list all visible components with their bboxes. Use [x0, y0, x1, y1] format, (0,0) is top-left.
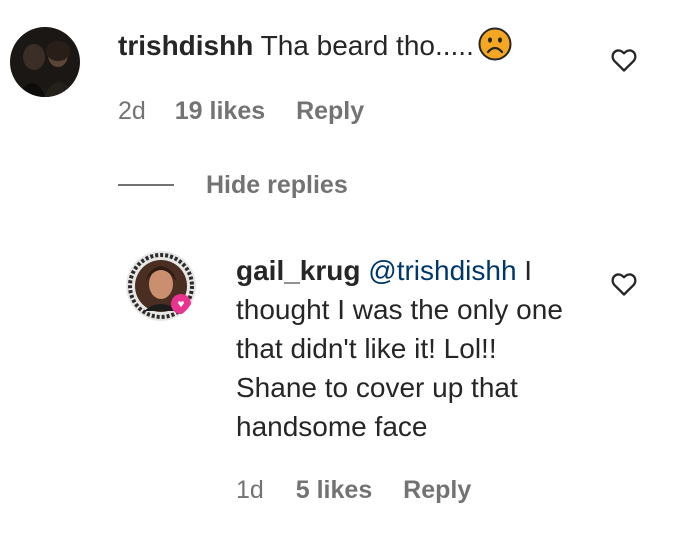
replies-divider-line — [118, 184, 174, 186]
comment-body: Tha beard tho..... — [260, 30, 474, 61]
heart-outline-icon[interactable] — [610, 270, 638, 298]
reply-username[interactable]: gail_krug — [236, 255, 360, 286]
reply-meta: 1d 5 likes Reply — [236, 476, 471, 505]
comment-username[interactable]: trishdishh — [118, 30, 253, 61]
frowning-face-emoji-icon — [478, 27, 512, 71]
comment-text: trishdishh Tha beard tho..... — [118, 26, 588, 71]
hide-replies-button[interactable]: Hide replies — [206, 171, 348, 200]
comment-meta: 2d 19 likes Reply — [118, 97, 364, 126]
avatar-trishdishh[interactable] — [10, 27, 80, 97]
reply-likes[interactable]: 5 likes — [296, 476, 372, 505]
comment-reply-button[interactable]: Reply — [296, 97, 364, 126]
hide-replies-row[interactable]: Hide replies — [118, 170, 348, 200]
heart-outline-icon[interactable] — [610, 46, 638, 74]
svg-text:♥: ♥ — [177, 300, 184, 309]
comment-likes[interactable]: 19 likes — [175, 97, 265, 126]
comment-timestamp: 2d — [118, 97, 146, 125]
reply-mention-link[interactable]: @trishdishh — [368, 255, 516, 286]
reply-timestamp: 1d — [236, 476, 264, 504]
reply-text: gail_krug @trishdishh I thought I was th… — [236, 251, 566, 446]
reply-reply-button[interactable]: Reply — [403, 476, 471, 505]
avatar-gail-krug[interactable]: ♥ — [126, 251, 196, 321]
